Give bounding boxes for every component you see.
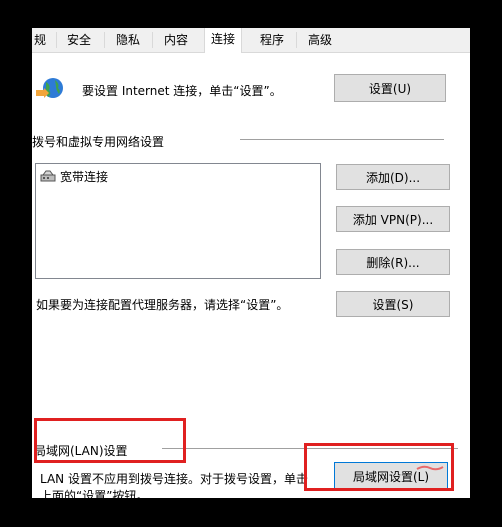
lan-description-line1: LAN 设置不应用到拨号连接。对于拨号设置，单击 (40, 472, 308, 486)
modem-icon (40, 170, 56, 182)
tab-content[interactable]: 内容 (164, 30, 188, 51)
tab-separator (56, 32, 57, 48)
connections-listbox[interactable]: 宽带连接 (35, 163, 321, 279)
tab-strip: 规 安全 隐私 内容 连接 程序 高级 (32, 28, 470, 53)
section-divider (240, 139, 444, 140)
dialup-heading: 拨号和虚拟专用网络设置 (32, 135, 165, 149)
connection-name: 宽带连接 (60, 169, 109, 184)
remove-connection-button[interactable]: 删除(R)... (336, 249, 450, 275)
tab-separator (104, 32, 105, 48)
lan-description-line2: 上面的“设置”按钮。 (40, 489, 149, 498)
lan-heading: 局域网(LAN)设置 (34, 444, 128, 458)
proxy-description: 如果要为连接配置代理服务器，请选择“设置”。 (36, 298, 289, 312)
section-divider (162, 448, 458, 449)
list-item[interactable]: 宽带连接 (40, 168, 108, 184)
internet-options-dialog: 规 安全 隐私 内容 连接 程序 高级 要设置 Internet 连接，单击“设… (32, 28, 470, 498)
setup-button[interactable]: 设置(U) (334, 74, 446, 102)
tab-connections[interactable]: 连接 (204, 28, 243, 53)
tab-privacy[interactable]: 隐私 (116, 30, 140, 51)
tab-separator (152, 32, 153, 48)
annotation-scribble (416, 465, 444, 471)
tab-separator (296, 32, 297, 48)
tab-programs[interactable]: 程序 (260, 30, 284, 51)
tab-security[interactable]: 安全 (67, 30, 91, 51)
add-vpn-button[interactable]: 添加 VPN(P)... (336, 206, 450, 232)
add-connection-button[interactable]: 添加(D)... (336, 164, 450, 190)
tab-general[interactable]: 规 (34, 30, 46, 51)
proxy-settings-button[interactable]: 设置(S) (336, 291, 450, 317)
globe-network-icon (36, 78, 63, 98)
setup-description: 要设置 Internet 连接，单击“设置”。 (82, 84, 282, 98)
tab-advanced[interactable]: 高级 (308, 30, 332, 51)
